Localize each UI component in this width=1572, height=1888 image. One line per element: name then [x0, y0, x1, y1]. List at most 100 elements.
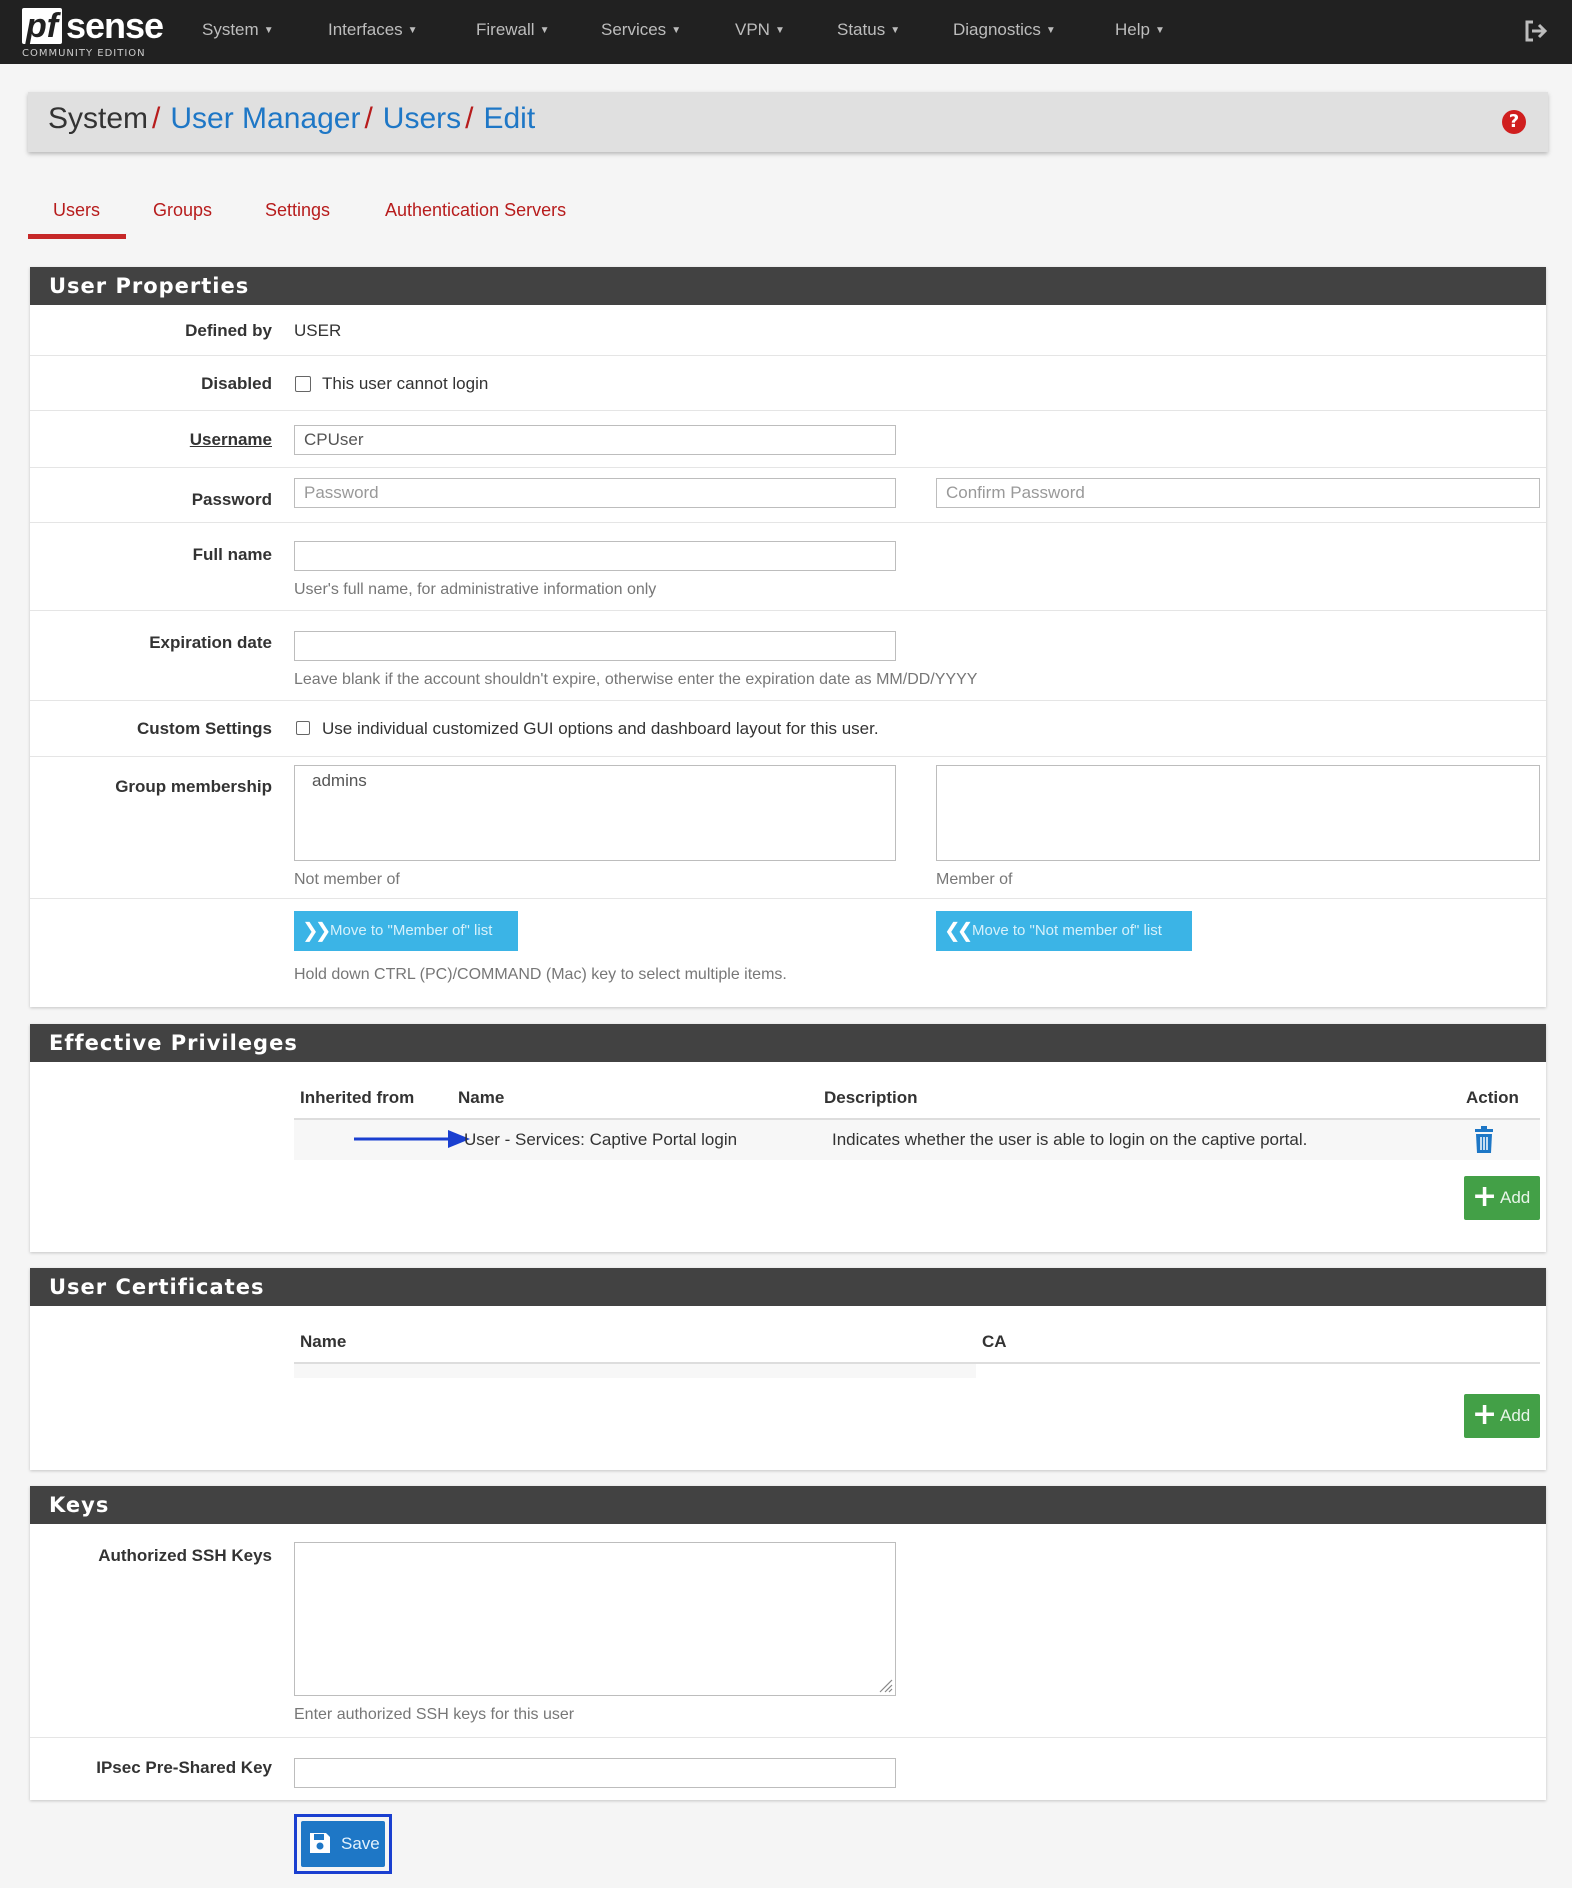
expiration-date-input[interactable]	[294, 631, 896, 661]
column-name: Name	[300, 1332, 347, 1351]
tab-groups[interactable]: Groups	[153, 200, 212, 221]
help-icon[interactable]: ?	[1502, 110, 1526, 134]
ssh-keys-row: Authorized SSH Keys Enter authorized SSH…	[30, 1524, 1546, 1723]
logout-icon[interactable]	[1522, 17, 1550, 45]
nav-label: Interfaces	[328, 20, 403, 39]
nav-label: System	[202, 20, 259, 39]
disabled-row: Disabled This user cannot login	[30, 355, 1546, 410]
ssh-keys-help: Enter authorized SSH keys for this user	[294, 1706, 575, 1723]
button-label: Add	[1500, 1406, 1531, 1425]
save-button[interactable]: Save	[301, 1821, 385, 1867]
brand-subtitle: COMMUNITY EDITION	[22, 48, 146, 59]
disabled-checkbox[interactable]	[295, 376, 311, 392]
button-label: Add	[1500, 1188, 1531, 1207]
custom-settings-text: Use individual customized GUI options an…	[322, 719, 879, 738]
ipsec-psk-label: IPsec Pre-Shared Key	[96, 1758, 272, 1777]
disabled-checkbox-text: This user cannot login	[322, 374, 489, 393]
nav-menu-firewall[interactable]: Firewall ▼	[476, 20, 549, 40]
panel-title: User Properties	[30, 267, 1546, 305]
group-membership-label: Group membership	[115, 777, 272, 796]
save-button-highlight: Save	[294, 1814, 392, 1874]
add-privilege-button[interactable]: + Add	[1464, 1176, 1540, 1220]
group-membership-row: Group membership admins Not member of Me…	[30, 756, 1546, 898]
member-of-caption: Member of	[936, 871, 1013, 888]
breadcrumb-users[interactable]: Users	[383, 102, 461, 135]
defined-by-value: USER	[294, 321, 342, 340]
ipsec-psk-row: IPsec Pre-Shared Key	[30, 1737, 1546, 1800]
full-name-help: User's full name, for administrative inf…	[294, 581, 657, 598]
brand-mark: pf	[22, 8, 62, 44]
nav-label: Status	[837, 20, 886, 39]
username-row: Username CPUser	[30, 410, 1546, 467]
move-to-not-member-button[interactable]: ❮❮ Move to "Not member of" list	[936, 911, 1192, 951]
nav-menu-vpn[interactable]: VPN ▼	[735, 20, 785, 40]
move-to-member-button[interactable]: ❯❯ Move to "Member of" list	[294, 911, 518, 951]
password-input[interactable]: Password	[294, 478, 896, 508]
member-of-list[interactable]	[936, 765, 1540, 861]
caret-down-icon: ▼	[671, 25, 682, 36]
button-label: Save	[341, 1834, 380, 1853]
breadcrumb-edit[interactable]: Edit	[483, 102, 535, 135]
panel-title: Effective Privileges	[30, 1024, 1546, 1062]
tab-authentication-servers[interactable]: Authentication Servers	[385, 200, 566, 221]
effective-privileges-panel: Effective Privileges Inherited from Name…	[30, 1024, 1546, 1252]
button-label: Move to "Not member of" list	[972, 922, 1162, 939]
expiration-date-label: Expiration date	[149, 633, 272, 652]
password-row: Password Password Confirm Password	[30, 467, 1546, 522]
defined-by-label: Defined by	[185, 321, 272, 340]
expiration-date-row: Expiration date Leave blank if the accou…	[30, 610, 1546, 700]
nav-label: VPN	[735, 20, 770, 39]
top-navbar: pf sense COMMUNITY EDITION System ▼ Inter…	[0, 0, 1572, 64]
nav-menu-system[interactable]: System ▼	[202, 20, 274, 40]
not-member-of-list[interactable]: admins	[294, 765, 896, 861]
plus-icon: +	[1472, 1397, 1498, 1432]
custom-settings-row: Custom Settings Use individual customize…	[30, 700, 1546, 756]
add-certificate-button[interactable]: + Add	[1464, 1394, 1540, 1438]
breadcrumb-separator: /	[364, 102, 373, 135]
trash-icon[interactable]	[1472, 1126, 1496, 1154]
resize-grip-icon[interactable]	[877, 1677, 893, 1693]
custom-settings-checkbox[interactable]	[296, 721, 310, 735]
column-name: Name	[458, 1088, 505, 1107]
nav-label: Diagnostics	[953, 20, 1041, 39]
nav-menu-help[interactable]: Help ▼	[1115, 20, 1165, 40]
tab-users[interactable]: Users	[53, 200, 100, 221]
full-name-input[interactable]	[294, 541, 896, 571]
disabled-label: Disabled	[201, 374, 272, 393]
breadcrumb-root: System	[48, 102, 149, 135]
column-ca: CA	[982, 1332, 1007, 1351]
double-chevron-right-icon: ❯❯	[302, 920, 331, 942]
plus-icon: +	[1472, 1179, 1498, 1214]
caret-down-icon: ▼	[263, 25, 274, 36]
caret-down-icon: ▼	[774, 25, 785, 36]
full-name-label: Full name	[192, 545, 272, 564]
panel-title: Keys	[30, 1486, 1546, 1524]
panel-title: User Certificates	[30, 1268, 1546, 1306]
caret-down-icon: ▼	[890, 25, 901, 36]
active-tab-indicator	[28, 234, 126, 239]
nav-menu-interfaces[interactable]: Interfaces ▼	[328, 20, 418, 40]
breadcrumb-user-manager[interactable]: User Manager	[170, 102, 360, 135]
nav-menu-diagnostics[interactable]: Diagnostics ▼	[953, 20, 1056, 40]
nav-menu-services[interactable]: Services ▼	[601, 20, 681, 40]
column-inherited-from: Inherited from	[300, 1088, 415, 1107]
ssh-keys-label: Authorized SSH Keys	[98, 1546, 272, 1565]
keys-panel: Keys Authorized SSH Keys Enter authorize…	[30, 1486, 1546, 1800]
confirm-password-input[interactable]: Confirm Password	[936, 478, 1540, 508]
annotation-arrow-icon	[354, 1130, 470, 1148]
caret-down-icon: ▼	[407, 25, 418, 36]
double-chevron-left-icon: ❮❮	[944, 920, 973, 942]
multi-select-help: Hold down CTRL (PC)/COMMAND (Mac) key to…	[294, 966, 787, 983]
username-input[interactable]: CPUser	[294, 425, 896, 455]
save-icon	[310, 1833, 330, 1853]
pfsense-logo[interactable]: pf sense COMMUNITY EDITION	[22, 6, 167, 60]
tab-settings[interactable]: Settings	[265, 200, 330, 221]
group-move-row: ❯❯ Move to "Member of" list ❮❮ Move to "No…	[30, 898, 1546, 1007]
group-option-admins[interactable]: admins	[312, 771, 367, 791]
brand-name: sense	[66, 5, 164, 46]
ipsec-psk-input[interactable]	[294, 1758, 896, 1788]
breadcrumb-bar: System / User Manager / Users / Edit ?	[28, 92, 1548, 152]
table-row	[294, 1364, 976, 1378]
nav-menu-status[interactable]: Status ▼	[837, 20, 900, 40]
ssh-keys-textarea[interactable]	[294, 1542, 896, 1696]
